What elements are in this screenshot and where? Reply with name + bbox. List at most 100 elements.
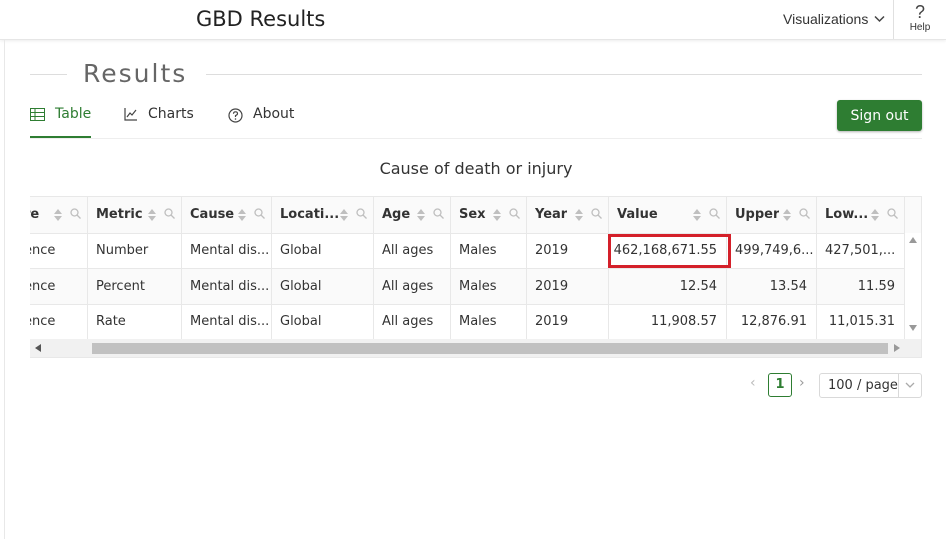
- help-separator: [893, 0, 894, 39]
- cell-value: Males: [459, 314, 497, 329]
- column-header-label: Value: [617, 207, 658, 222]
- table-icon: [30, 108, 45, 121]
- column-header[interactable]: Locati...: [272, 197, 374, 233]
- column-header[interactable]: Year: [527, 197, 609, 233]
- heading-rule-right: [206, 74, 922, 75]
- column-header-label: Year: [535, 207, 568, 222]
- sort-icon[interactable]: [54, 208, 62, 222]
- page-size-value: 100 / page: [828, 378, 898, 393]
- table-cell: Number: [88, 233, 182, 268]
- cell-value: All ages: [382, 278, 434, 294]
- horizontal-scroll-thumb[interactable]: [92, 343, 888, 354]
- column-header[interactable]: Cause: [182, 197, 272, 233]
- column-header-label: Metric: [96, 207, 143, 222]
- tab-charts[interactable]: Charts: [124, 106, 194, 138]
- cell-value: ence: [30, 278, 56, 294]
- column-header[interactable]: Upper: [727, 197, 817, 233]
- cell-value: 2019: [535, 314, 569, 329]
- cell-value: 462,168,671.55: [613, 243, 717, 258]
- table-cell: All ages: [374, 233, 451, 268]
- sort-icon[interactable]: [493, 208, 501, 222]
- cell-value: 11.59: [857, 278, 895, 294]
- help-button[interactable]: ? Help: [898, 2, 942, 38]
- cell-value: 12,876.91: [740, 314, 807, 329]
- sort-icon[interactable]: [575, 208, 583, 222]
- cell-value: 11,908.57: [650, 314, 717, 329]
- visualizations-label: Visualizations: [783, 11, 869, 27]
- sort-icon[interactable]: [340, 208, 348, 222]
- page-size-select[interactable]: 100 / page: [819, 373, 922, 398]
- help-label: Help: [909, 22, 931, 33]
- search-icon[interactable]: [509, 208, 520, 223]
- cell-value: Rate: [96, 314, 126, 329]
- column-header[interactable]: re: [30, 197, 88, 233]
- line-chart-icon: [124, 108, 137, 121]
- visualizations-menu[interactable]: Visualizations: [783, 11, 885, 27]
- tab-label: Table: [55, 106, 92, 122]
- cell-value: Global: [280, 243, 322, 258]
- top-bar: GBD Results Visualizations ? Help: [0, 0, 946, 40]
- heading-rule-left: [30, 74, 67, 75]
- sign-out-button[interactable]: Sign out: [837, 100, 922, 131]
- cell-value: 12.54: [679, 278, 717, 294]
- column-header-label: Age: [382, 207, 411, 222]
- table-cell: 11.59: [817, 268, 905, 304]
- cell-value: ence: [30, 314, 56, 329]
- search-icon[interactable]: [433, 208, 444, 223]
- column-header[interactable]: Metric: [88, 197, 182, 233]
- sort-icon[interactable]: [417, 208, 425, 222]
- search-icon[interactable]: [164, 208, 175, 223]
- column-header[interactable]: Value: [609, 197, 727, 233]
- cell-value: 2019: [535, 278, 569, 294]
- table-cell: All ages: [374, 304, 451, 339]
- page-title: Results: [83, 59, 188, 88]
- table-cell: 2019: [527, 268, 609, 304]
- table-cell: Rate: [88, 304, 182, 339]
- horizontal-scrollbar[interactable]: [30, 339, 921, 357]
- results-heading: Results: [30, 58, 922, 92]
- help-icon: ?: [914, 2, 925, 22]
- table-cell: 427,501,...: [817, 233, 905, 268]
- column-header[interactable]: Age: [374, 197, 451, 233]
- search-icon[interactable]: [887, 208, 898, 223]
- table-cell: 11,908.57: [609, 304, 727, 339]
- vertical-scrollbar[interactable]: [905, 233, 921, 339]
- search-icon[interactable]: [799, 208, 810, 223]
- table-row: ence Percent Mental dis... Global All ages Ma…: [30, 268, 905, 305]
- sort-icon[interactable]: [871, 208, 879, 222]
- search-icon[interactable]: [591, 208, 602, 223]
- table-cell: Global: [272, 304, 374, 339]
- tab-about[interactable]: About: [228, 106, 294, 138]
- search-icon[interactable]: [709, 208, 720, 223]
- table-cell: 11,015.31: [817, 304, 905, 339]
- table-cell: 12,876.91: [727, 304, 817, 339]
- table-cell: Global: [272, 268, 374, 304]
- prev-page-button[interactable]: ‹: [750, 375, 756, 391]
- cell-value: Mental dis...: [190, 278, 270, 294]
- sort-icon[interactable]: [693, 208, 701, 222]
- column-header[interactable]: Low...: [817, 197, 905, 233]
- column-header[interactable]: Sex: [451, 197, 527, 233]
- sort-icon[interactable]: [238, 208, 246, 222]
- scroll-left-icon: [35, 344, 41, 352]
- chevron-down-icon: [874, 15, 885, 23]
- cell-value: ence: [30, 243, 56, 258]
- table-row: ence Number Mental dis... Global All ages Mal…: [30, 233, 905, 269]
- table-cell: ence: [30, 268, 88, 304]
- table-cell: ence: [30, 304, 88, 339]
- question-circle-icon: [228, 108, 243, 123]
- column-header-label: Low...: [825, 207, 869, 222]
- search-icon[interactable]: [356, 208, 367, 223]
- cell-value: 13.54: [769, 278, 807, 294]
- search-icon[interactable]: [254, 208, 265, 223]
- tab-table[interactable]: Table: [30, 106, 92, 138]
- search-icon[interactable]: [70, 208, 81, 223]
- app-title: GBD Results: [196, 7, 326, 31]
- table-cell: 12.54: [609, 268, 727, 304]
- sort-icon[interactable]: [783, 208, 791, 222]
- next-page-button[interactable]: ›: [799, 375, 805, 391]
- scroll-up-icon: [909, 237, 917, 243]
- sort-icon[interactable]: [148, 208, 156, 222]
- cell-value: Males: [459, 243, 497, 258]
- current-page[interactable]: 1: [768, 373, 792, 397]
